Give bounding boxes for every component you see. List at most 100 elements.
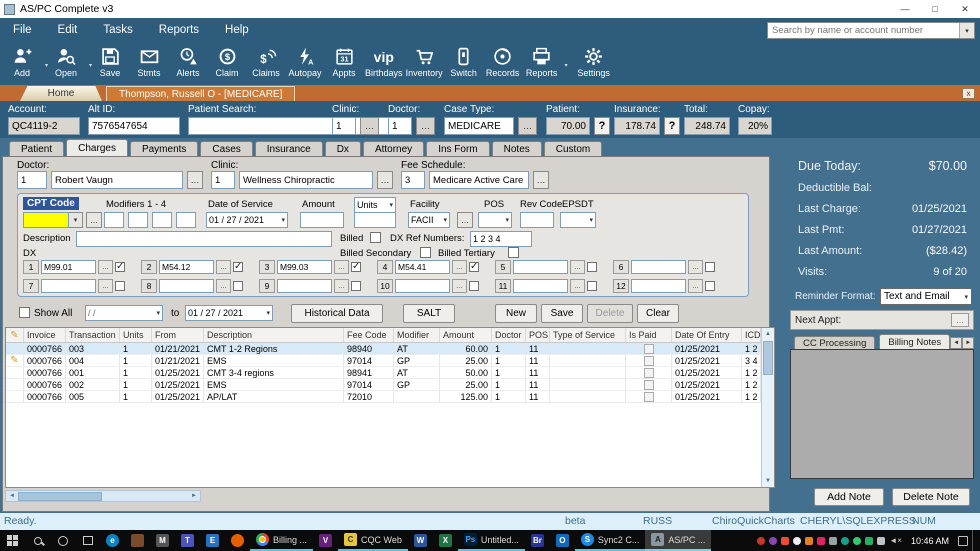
modifier-1-input[interactable] — [104, 212, 124, 228]
delete-button[interactable]: Delete — [587, 304, 633, 323]
bridge-button[interactable]: Br — [525, 530, 550, 551]
birthdays-button[interactable]: vip Birthdays — [365, 45, 403, 79]
task-view-button[interactable] — [75, 530, 100, 551]
dx-code-input[interactable]: M99.03 — [277, 260, 332, 274]
insurance-balance-help-button[interactable]: ? — [664, 117, 680, 135]
col-units[interactable]: Units — [120, 328, 152, 342]
tray-icon[interactable] — [853, 536, 862, 545]
amount-input[interactable] — [300, 212, 344, 228]
patient-balance-help-button[interactable]: ? — [594, 117, 610, 135]
word-button[interactable]: W — [408, 530, 433, 551]
col-from[interactable]: From — [152, 328, 204, 342]
dx-ref-input[interactable]: 1 2 3 4 — [470, 231, 532, 247]
facility-lookup-button[interactable]: … — [457, 212, 473, 228]
cpt-code-combo[interactable]: ▾ … — [23, 212, 102, 228]
claims-button[interactable]: $ Claims — [248, 45, 284, 78]
col-amount[interactable]: Amount — [440, 328, 492, 342]
dx-code-input[interactable] — [631, 279, 686, 293]
hscroll-thumb[interactable] — [18, 491, 102, 501]
clinic-input[interactable]: 1 — [332, 117, 356, 135]
inventory-button[interactable]: Inventory — [406, 45, 443, 78]
charge-clinic-num-input[interactable]: 1 — [211, 171, 235, 189]
dx-checkbox[interactable] — [469, 261, 479, 272]
tab-notes[interactable]: Notes — [491, 141, 542, 156]
visual-studio-button[interactable]: V — [313, 530, 338, 551]
save-charge-button[interactable]: Save — [541, 304, 583, 323]
reminder-format-combo[interactable]: Text and Email ▾ — [880, 288, 972, 305]
dx-checkbox[interactable] — [351, 281, 361, 291]
date-to-combo[interactable]: 01 / 27 / 2021 ▾ — [185, 305, 273, 321]
tab-payments[interactable]: Payments — [129, 141, 199, 156]
tab-charges[interactable]: Charges — [66, 139, 128, 156]
claim-button[interactable]: $ Claim — [209, 45, 245, 78]
tray-icon[interactable] — [817, 536, 826, 545]
billed-secondary-checkbox[interactable] — [420, 247, 431, 258]
menu-help[interactable]: Help — [212, 18, 262, 42]
case-type-input[interactable]: MEDICARE — [444, 117, 514, 135]
maximize-button[interactable]: □ — [920, 0, 950, 18]
cpt-code-input[interactable] — [23, 212, 69, 228]
billed-tertiary-checkbox[interactable] — [508, 247, 519, 258]
menu-tasks[interactable]: Tasks — [90, 18, 145, 42]
save-button[interactable]: Save — [92, 45, 128, 78]
fee-schedule-name-input[interactable]: Medicare Active Care — [429, 171, 529, 189]
dx-code-input[interactable]: M99.01 — [41, 260, 96, 274]
tray-icon[interactable] — [769, 536, 778, 545]
description-input[interactable] — [76, 231, 332, 247]
dx-checkbox[interactable] — [115, 261, 125, 272]
reports-button[interactable]: Reports — [524, 45, 560, 78]
cpt-dropdown-icon[interactable]: ▾ — [69, 212, 83, 228]
tray-icon[interactable] — [805, 536, 814, 545]
dx-code-input[interactable] — [513, 260, 568, 274]
fee-schedule-lookup-button[interactable]: … — [533, 171, 549, 189]
open-button[interactable]: Open — [48, 45, 84, 78]
dx-code-input[interactable] — [631, 260, 686, 274]
records-button[interactable]: Records — [485, 45, 521, 78]
tab-insurance[interactable]: Insurance — [254, 141, 323, 156]
dx-code-input[interactable] — [159, 279, 214, 293]
tab-cases[interactable]: Cases — [200, 141, 253, 156]
taskbar-app-photoshop[interactable]: Ps Untitled... — [457, 530, 525, 551]
date-of-service-combo[interactable]: 01 / 27 / 2021 ▾ — [206, 212, 288, 228]
statements-button[interactable]: Stmts — [131, 45, 167, 78]
salt-button[interactable]: SALT — [403, 304, 455, 323]
col-invoice[interactable]: Invoice — [24, 328, 66, 342]
cpt-lookup-button[interactable]: … — [86, 212, 102, 228]
modifier-2-input[interactable] — [128, 212, 148, 228]
dx-code-input[interactable]: M54.12 — [159, 260, 214, 274]
dx-checkbox[interactable] — [587, 262, 597, 272]
dx-lookup-button[interactable]: … — [570, 279, 585, 293]
mail-button[interactable]: M — [150, 530, 175, 551]
tray-icon[interactable] — [793, 536, 802, 545]
start-button[interactable] — [0, 530, 25, 551]
clear-button[interactable]: Clear — [637, 304, 679, 323]
dx-code-input[interactable] — [277, 279, 332, 293]
epsdt-combo[interactable]: ▾ — [560, 212, 596, 228]
scroll-right-icon[interactable]: ► — [188, 493, 200, 499]
billing-notes-area[interactable] — [790, 349, 974, 479]
col-icd[interactable]: ICD — [742, 328, 761, 342]
dx-lookup-button[interactable]: … — [688, 279, 703, 293]
dx-checkbox[interactable] — [233, 261, 243, 272]
taskbar-app-cqc-web[interactable]: C CQC Web — [338, 530, 408, 551]
add-button[interactable]: Add — [4, 45, 40, 78]
menu-reports[interactable]: Reports — [146, 18, 212, 42]
dx-lookup-button[interactable]: … — [98, 279, 113, 293]
taskbar-app-sync2[interactable]: S Sync2 C... — [574, 530, 646, 551]
col-pos[interactable]: POS — [526, 328, 550, 342]
tab-home[interactable]: Home — [20, 86, 102, 101]
col-is-paid[interactable]: Is Paid — [626, 328, 672, 342]
dx-checkbox[interactable] — [351, 261, 361, 272]
dx-lookup-button[interactable]: … — [570, 260, 585, 274]
notification-center-icon[interactable] — [958, 535, 968, 546]
tab-patient-active[interactable]: Thompson, Russell O - [MEDICARE] — [106, 86, 296, 101]
menu-edit[interactable]: Edit — [45, 18, 91, 42]
tab-scroll-left-icon[interactable]: ◄ — [950, 337, 963, 349]
col-type-of-service[interactable]: Type of Service — [550, 328, 626, 342]
reports-dropdown-icon[interactable]: ▾ — [565, 62, 568, 69]
teams-button[interactable]: T — [175, 530, 200, 551]
taskbar-app-billing[interactable]: Billing ... — [250, 530, 314, 551]
historical-data-button[interactable]: Historical Data — [291, 304, 383, 323]
switch-button[interactable]: Switch — [446, 45, 482, 78]
outlook-button[interactable]: O — [550, 530, 575, 551]
